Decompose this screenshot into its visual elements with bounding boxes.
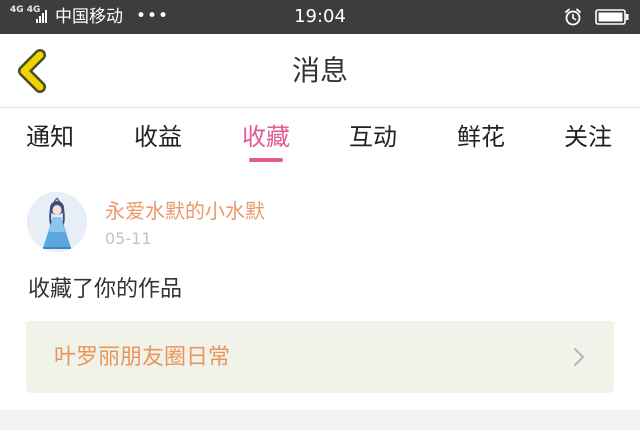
chevron-right-icon [574,348,584,366]
username-link[interactable]: 永爱水默的小水默 [105,198,265,224]
tab-favorites[interactable]: 收藏 [226,122,306,152]
tab-notifications[interactable]: 通知 [10,122,90,152]
page-title: 消息 [291,54,348,87]
clock: 19:04 [294,6,346,27]
battery-icon [595,9,629,25]
action-text: 收藏了你的作品 [28,277,183,302]
tab-following[interactable]: 关注 [548,122,628,152]
work-title: 叶罗丽朋友圈日常 [54,345,231,370]
nav-bar: 消息 [0,34,640,108]
tab-bar: 通知 收益 收藏 互动 鲜花 关注 [0,110,640,166]
tab-flowers[interactable]: 鲜花 [441,122,521,152]
work-card[interactable]: 叶罗丽朋友圈日常 [26,321,614,393]
active-tab-indicator [249,158,283,162]
tab-earnings[interactable]: 收益 [118,122,198,152]
message-date: 05-11 [105,229,152,248]
avatar-doll-icon [27,192,87,252]
alarm-clock-icon [565,8,581,26]
list-divider [0,410,640,430]
status-bar: 4G 4G 中国移动 ••• 19:04 [0,0,640,34]
tab-interactions[interactable]: 互动 [333,122,413,152]
avatar[interactable] [27,192,87,252]
